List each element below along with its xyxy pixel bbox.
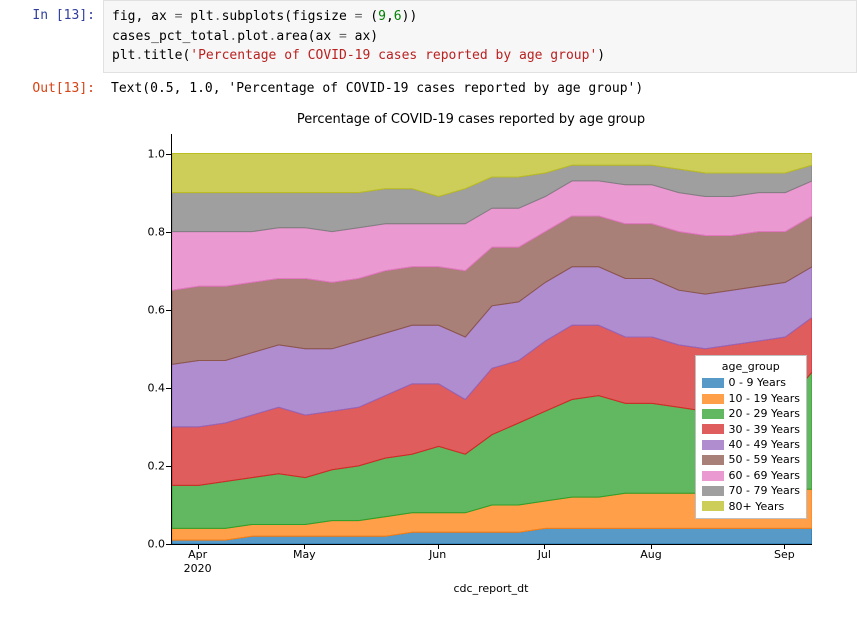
legend-swatch bbox=[702, 471, 724, 481]
legend-item: 10 - 19 Years bbox=[702, 391, 800, 406]
figure-wrap: Percentage of COVID-19 cases reported by… bbox=[103, 104, 857, 600]
x-tick-label: Jun bbox=[429, 548, 446, 562]
input-cell: In [13]: fig, ax = plt.subplots(figsize … bbox=[0, 0, 857, 73]
legend-label: 80+ Years bbox=[729, 499, 785, 514]
legend-label: 70 - 79 Years bbox=[729, 483, 800, 498]
legend-label: 60 - 69 Years bbox=[729, 468, 800, 483]
legend-swatch bbox=[702, 378, 724, 388]
legend: age_group 0 - 9 Years10 - 19 Years20 - 29… bbox=[695, 355, 807, 519]
legend-label: 50 - 59 Years bbox=[729, 452, 800, 467]
y-tick-label: 0.0 bbox=[131, 538, 165, 551]
legend-label: 0 - 9 Years bbox=[729, 375, 786, 390]
legend-item: 0 - 9 Years bbox=[702, 375, 800, 390]
x-tick-label: Sep bbox=[774, 548, 795, 562]
legend-swatch bbox=[702, 486, 724, 496]
y-tick-label: 1.0 bbox=[131, 147, 165, 160]
legend-label: 40 - 49 Years bbox=[729, 437, 800, 452]
legend-item: 70 - 79 Years bbox=[702, 483, 800, 498]
in-prompt-label: In [13]: bbox=[0, 0, 103, 73]
output-text-cell: Out[13]: Text(0.5, 1.0, 'Percentage of C… bbox=[0, 73, 857, 105]
empty-prompt bbox=[0, 104, 103, 600]
x-tick-label: Aug bbox=[640, 548, 661, 562]
legend-title: age_group bbox=[702, 360, 800, 373]
output-figure-cell: Percentage of COVID-19 cases reported by… bbox=[0, 104, 857, 600]
x-tick-label: May bbox=[293, 548, 316, 562]
plot-area: age_group 0 - 9 Years10 - 19 Years20 - 29… bbox=[171, 134, 812, 545]
y-tick-label: 0.6 bbox=[131, 303, 165, 316]
legend-swatch bbox=[702, 409, 724, 419]
figure: Percentage of COVID-19 cases reported by… bbox=[111, 112, 831, 592]
legend-item: 60 - 69 Years bbox=[702, 468, 800, 483]
legend-item: 50 - 59 Years bbox=[702, 452, 800, 467]
legend-item: 30 - 39 Years bbox=[702, 422, 800, 437]
legend-swatch bbox=[702, 501, 724, 511]
legend-item: 20 - 29 Years bbox=[702, 406, 800, 421]
y-tick-label: 0.2 bbox=[131, 459, 165, 472]
legend-label: 20 - 29 Years bbox=[729, 406, 800, 421]
legend-item: 40 - 49 Years bbox=[702, 437, 800, 452]
legend-label: 10 - 19 Years bbox=[729, 391, 800, 406]
out-prompt-label: Out[13]: bbox=[0, 73, 103, 105]
legend-swatch bbox=[702, 424, 724, 434]
x-tick-label: Apr2020 bbox=[184, 548, 212, 577]
legend-swatch bbox=[702, 394, 724, 404]
legend-item: 80+ Years bbox=[702, 499, 800, 514]
legend-label: 30 - 39 Years bbox=[729, 422, 800, 437]
axes: age_group 0 - 9 Years10 - 19 Years20 - 29… bbox=[171, 134, 811, 544]
y-tick-label: 0.8 bbox=[131, 225, 165, 238]
chart-title: Percentage of COVID-19 cases reported by… bbox=[111, 112, 831, 127]
x-axis-label: cdc_report_dt bbox=[171, 582, 811, 595]
legend-swatch bbox=[702, 455, 724, 465]
legend-swatch bbox=[702, 440, 724, 450]
x-tick-label: Jul bbox=[538, 548, 551, 562]
output-text: Text(0.5, 1.0, 'Percentage of COVID-19 c… bbox=[103, 73, 857, 105]
code-input[interactable]: fig, ax = plt.subplots(figsize = (9,6)) … bbox=[103, 0, 857, 73]
y-tick-label: 0.4 bbox=[131, 381, 165, 394]
